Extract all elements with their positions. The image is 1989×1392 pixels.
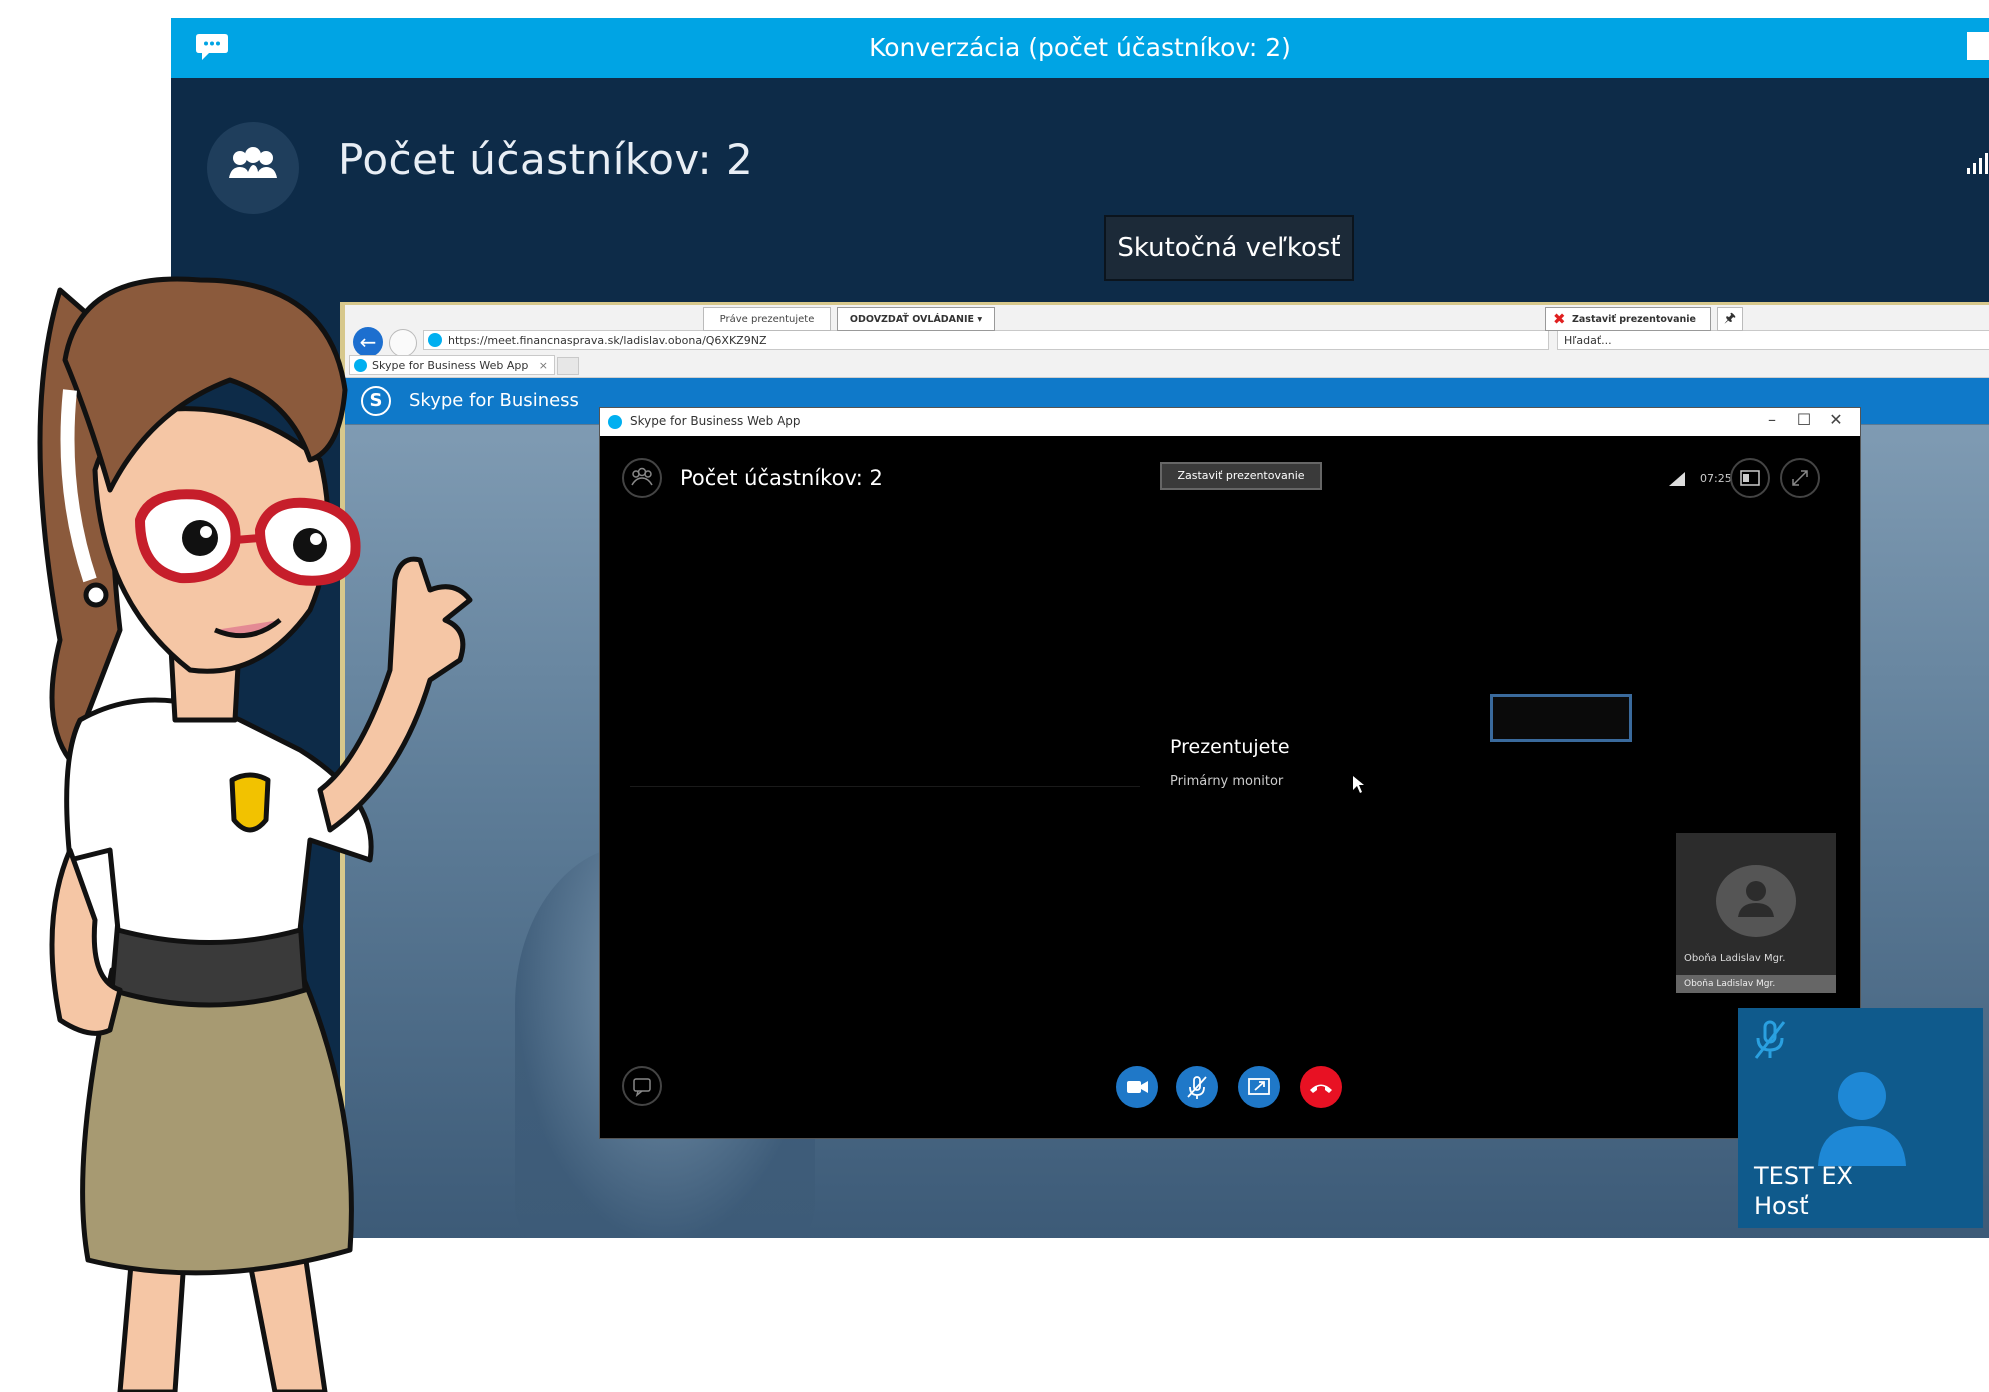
fullscreen-icon[interactable] [1780,458,1820,498]
user-avatar-icon [1818,1072,1906,1166]
give-control-button[interactable]: ODOVZDAŤ OVLÁDANIE ▾ [837,307,995,331]
web-app-titlebar: Skype for Business Web App – ☐ ✕ [600,408,1860,436]
skype-favicon-icon [608,415,622,429]
muted-microphone-icon [1754,1020,1786,1059]
web-app-window: Skype for Business Web App – ☐ ✕ Počet ú… [600,408,1860,1138]
participants-icon[interactable] [622,458,662,498]
guest-role: Hosť [1754,1192,1809,1220]
participant-name-bar: Oboňa Ladislav Mgr. [1676,975,1836,993]
close-tab-icon[interactable]: × [539,356,548,376]
signal-strength-icon [1967,153,1988,174]
guest-name: TEST EX [1754,1162,1853,1190]
monitor-label: Primárny monitor [1170,774,1284,789]
address-bar[interactable]: https://meet.financnasprava.sk/ladislav.… [423,330,1549,350]
avatar [1716,865,1796,937]
window-title: Konverzácia (počet účastníkov: 2) [869,33,1291,62]
presenting-bar: Práve prezentujete ODOVZDAŤ OVLÁDANIE ▾ … [703,307,1989,331]
browser-chrome: ← https://meet.financnasprava.sk/ladisla… [345,305,1989,378]
share-screen-button[interactable] [1238,1066,1280,1108]
participants-title: Počet účastníkov: 2 [680,466,883,490]
stop-presenting-button[interactable]: ✖ Zastaviť prezentovanie [1545,307,1711,331]
monitor-preview[interactable] [1490,694,1632,742]
presenting-heading: Prezentujete [1170,736,1290,758]
actual-size-tooltip: Skutočná veľkosť [1104,215,1354,281]
hang-up-button[interactable] [1300,1066,1342,1108]
close-icon[interactable]: ✕ [1816,410,1856,429]
window-titlebar: Konverzácia (počet účastníkov: 2) [171,18,1989,78]
mouse-cursor-icon [1353,776,1364,793]
window-control-button[interactable] [1967,32,1989,60]
stop-presenting-label: Zastaviť prezentovanie [1572,314,1697,325]
close-icon: ✖ [1553,310,1566,328]
layout-toggle-icon[interactable] [1730,458,1770,498]
web-app-window-title: Skype for Business Web App [630,414,801,428]
participant-name: Oboňa Ladislav Mgr. [1684,953,1786,964]
cartoon-mascot-illustration [37,276,473,1392]
pin-icon[interactable]: 🖈 [1717,307,1743,331]
divider [630,786,1140,787]
mute-microphone-button[interactable] [1176,1066,1218,1108]
presenting-label: Práve prezentujete [703,307,831,331]
new-tab-button[interactable] [557,357,579,375]
participant-tile[interactable]: Oboňa Ladislav Mgr. Oboňa Ladislav Mgr. [1676,833,1836,993]
call-timer: 07:25 [1700,472,1732,485]
guest-participant-tile[interactable]: TEST EX Hosť [1738,1008,1983,1228]
stop-presenting-button[interactable]: Zastaviť prezentovanie [1160,462,1322,490]
video-button[interactable] [1116,1066,1158,1108]
browser-search-input[interactable]: Hľadať... [1557,330,1989,350]
signal-strength-icon [1669,472,1685,486]
chat-icon[interactable] [622,1066,662,1106]
